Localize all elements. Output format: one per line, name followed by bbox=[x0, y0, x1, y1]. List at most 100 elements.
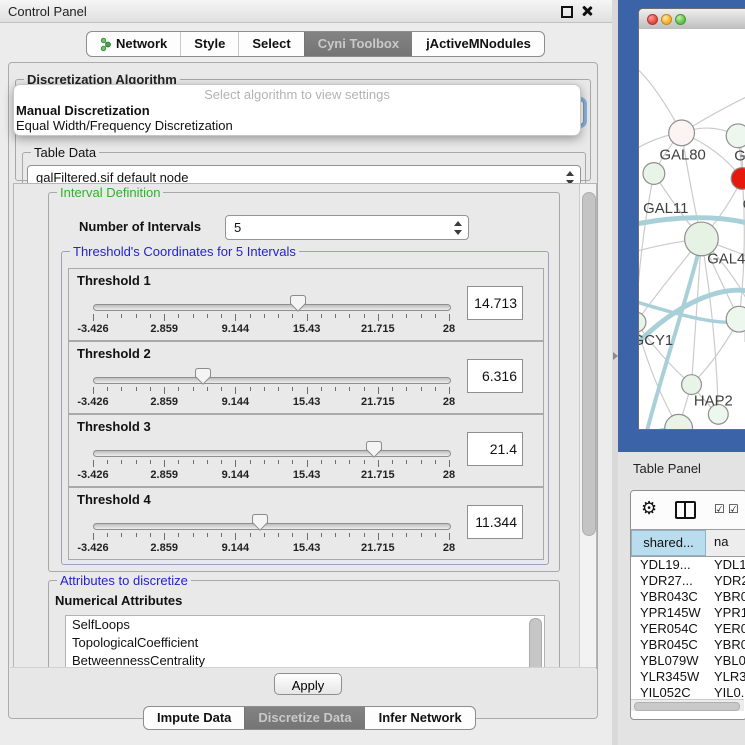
tab-label: jActiveMNodules bbox=[426, 32, 531, 56]
table-cell: YBR043C bbox=[631, 589, 706, 605]
table-cell: YLR345W bbox=[631, 669, 706, 685]
table-body: YDL19...YDL1...YDR27...YDR2...YBR043CYBR… bbox=[631, 557, 745, 701]
network-node[interactable] bbox=[639, 312, 646, 332]
bottom-tab-impute-data[interactable]: Impute Data bbox=[144, 707, 244, 729]
threshold-label: Threshold 1 bbox=[77, 273, 151, 288]
table-row[interactable]: YDR27...YDR2... bbox=[631, 573, 745, 589]
apply-button[interactable]: Apply bbox=[274, 673, 342, 695]
slider-thumb[interactable] bbox=[366, 441, 382, 458]
table-row[interactable]: YBL079WYBL0... bbox=[631, 653, 745, 669]
close-traffic-light-icon[interactable] bbox=[647, 14, 658, 25]
number-of-intervals-value: 5 bbox=[234, 216, 241, 239]
table-cell: YBR045C bbox=[631, 637, 706, 653]
slider-track[interactable] bbox=[93, 304, 451, 311]
table-cell: YLR3... bbox=[706, 669, 745, 685]
list-scrollbar[interactable] bbox=[529, 618, 542, 669]
tab-jactivemnodules[interactable]: jActiveMNodules bbox=[412, 32, 544, 56]
table-row[interactable]: YBR043CYBR0... bbox=[631, 589, 745, 605]
slider-thumb[interactable] bbox=[252, 514, 268, 531]
cyni-toolbox-panel: Discretization Algorithm Table Data galF… bbox=[8, 62, 598, 719]
checkbox-icon[interactable]: ☑ bbox=[728, 502, 739, 516]
dropdown-option-equal-width-frequency-discretization[interactable]: Equal Width/Frequency Discretization bbox=[14, 118, 580, 133]
table-row[interactable]: YBR045CYBR0... bbox=[631, 637, 745, 653]
network-node[interactable] bbox=[665, 414, 693, 429]
network-canvas[interactable]: GAL80GACGAL11GAL4GCY1HHAP2 bbox=[639, 29, 745, 429]
tab-label: Cyni Toolbox bbox=[318, 32, 399, 56]
number-of-intervals-combobox[interactable]: 5 bbox=[225, 215, 469, 240]
slider-thumb[interactable] bbox=[195, 368, 211, 385]
attributes-group: Attributes to discretize Numerical Attri… bbox=[48, 580, 560, 669]
network-node[interactable] bbox=[726, 124, 745, 148]
threshold-value-field[interactable] bbox=[467, 432, 523, 466]
threshold-value-field[interactable] bbox=[467, 286, 523, 320]
slider-track[interactable] bbox=[93, 450, 451, 457]
threshold-label: Threshold 2 bbox=[77, 346, 151, 361]
list-item[interactable]: TopologicalCoefficient bbox=[66, 634, 544, 652]
thresholds-group: Threshold's Coordinates for 5 Intervals … bbox=[61, 251, 549, 565]
table-cell: YER054C bbox=[631, 621, 706, 637]
settings-scroll-area: Interval Definition Number of Intervals … bbox=[13, 183, 597, 669]
tab-cyni-toolbox[interactable]: Cyni Toolbox bbox=[304, 32, 412, 56]
network-node[interactable] bbox=[726, 306, 745, 332]
table-cell: YBL0... bbox=[706, 653, 745, 669]
bottom-tab-infer-network[interactable]: Infer Network bbox=[365, 707, 475, 729]
slider-track[interactable] bbox=[93, 377, 451, 384]
scrollbar-track[interactable] bbox=[579, 184, 597, 668]
close-icon[interactable] bbox=[581, 5, 593, 17]
horizontal-scrollbar[interactable] bbox=[631, 699, 744, 711]
tab-label: Select bbox=[252, 32, 290, 56]
numerical-attributes-list[interactable]: SelfLoopsTopologicalCoefficientBetweenne… bbox=[65, 615, 545, 669]
list-item[interactable]: SelfLoops bbox=[66, 616, 544, 634]
scrollbar-thumb[interactable] bbox=[582, 192, 596, 536]
table-cell: YPR145W bbox=[631, 605, 706, 621]
dropdown-option-manual-discretization[interactable]: Manual Discretization bbox=[14, 103, 580, 118]
network-node-label: GAL4 bbox=[707, 252, 745, 268]
threshold-panel: Threshold 4 -3.4262.8599.14415.4321.7152… bbox=[68, 487, 544, 560]
network-node[interactable] bbox=[731, 168, 745, 190]
tab-label: Network bbox=[116, 32, 167, 56]
float-window-icon[interactable] bbox=[561, 6, 573, 18]
slider-thumb[interactable] bbox=[290, 295, 306, 312]
stepper-arrows-icon bbox=[453, 221, 462, 235]
zoom-traffic-light-icon[interactable] bbox=[675, 14, 686, 25]
table-cell: YDL1... bbox=[706, 557, 745, 573]
split-columns-icon[interactable] bbox=[675, 501, 696, 519]
network-view-area: GAL80GACGAL11GAL4GCY1HHAP2 bbox=[618, 0, 745, 452]
slider-track[interactable] bbox=[93, 523, 451, 530]
horizontal-scrollbar-thumb[interactable] bbox=[634, 702, 740, 711]
network-node-label: GAL80 bbox=[659, 148, 705, 164]
table-row[interactable]: YLR345WYLR3... bbox=[631, 669, 745, 685]
threshold-label: Threshold 4 bbox=[77, 492, 151, 507]
table-row[interactable]: YER054CYER0... bbox=[631, 621, 745, 637]
tab-network[interactable]: Network bbox=[87, 32, 180, 56]
tab-label: Style bbox=[194, 32, 225, 56]
threshold-value-field[interactable] bbox=[467, 359, 523, 393]
bottom-tab-discretize-data[interactable]: Discretize Data bbox=[244, 707, 364, 729]
screen: Control Panel NetworkStyleSelectCyni Too… bbox=[0, 0, 745, 745]
table-data-group-title: Table Data bbox=[31, 145, 99, 160]
tab-select[interactable]: Select bbox=[238, 32, 303, 56]
checkbox-icon[interactable]: ☑ bbox=[714, 502, 725, 516]
numerical-attributes-label: Numerical Attributes bbox=[55, 593, 182, 608]
algorithm-dropdown[interactable]: Select algorithm to view settings Manual… bbox=[13, 84, 581, 136]
threshold-label: Threshold 3 bbox=[77, 419, 151, 434]
network-node[interactable] bbox=[685, 222, 719, 256]
table-panel-toolbar: ⚙ ☑ ☑ bbox=[631, 491, 745, 529]
threshold-value-field[interactable] bbox=[467, 505, 523, 539]
network-icon bbox=[100, 37, 111, 52]
table-row[interactable]: YPR145WYPR1... bbox=[631, 605, 745, 621]
column-header-na[interactable]: na bbox=[706, 530, 745, 556]
interval-definition-title: Interval Definition bbox=[57, 185, 163, 200]
network-node[interactable] bbox=[643, 163, 665, 185]
threshold-panel: Threshold 2 -3.4262.8599.14415.4321.7152… bbox=[68, 341, 544, 414]
column-header-shared-[interactable]: shared... bbox=[631, 530, 706, 556]
tab-style[interactable]: Style bbox=[180, 32, 238, 56]
gear-icon[interactable]: ⚙ bbox=[641, 498, 657, 520]
network-node-label: GA bbox=[734, 149, 745, 165]
minimize-traffic-light-icon[interactable] bbox=[661, 14, 672, 25]
tab-label: Discretize Data bbox=[258, 707, 351, 729]
network-node[interactable] bbox=[682, 375, 702, 395]
table-cell: YBR0... bbox=[706, 589, 745, 605]
network-node[interactable] bbox=[669, 120, 695, 146]
table-row[interactable]: YDL19...YDL1... bbox=[631, 557, 745, 573]
